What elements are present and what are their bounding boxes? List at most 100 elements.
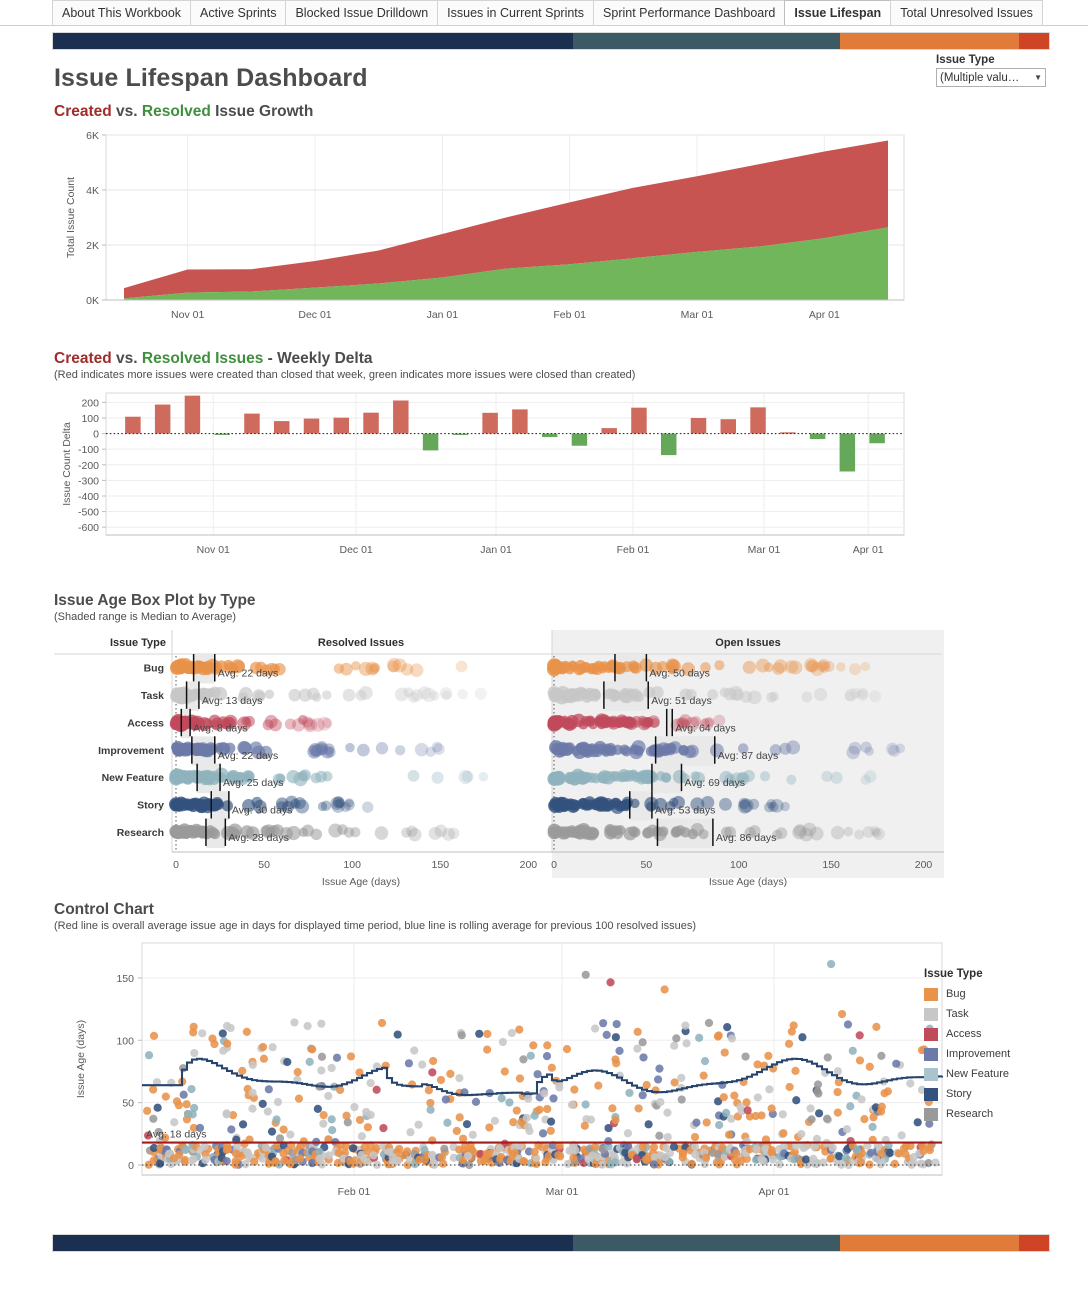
tab-blocked-issue-drilldown[interactable]: Blocked Issue Drilldown	[285, 0, 439, 25]
legend-swatch-task	[924, 1007, 938, 1021]
control-chart-point	[526, 1051, 535, 1060]
legend-item-story[interactable]: Story	[924, 1084, 1046, 1104]
box-plot-dot	[737, 799, 752, 814]
box-plot-dot	[821, 770, 833, 782]
x-tick-label: 100	[730, 859, 748, 871]
control-chart-point	[767, 1146, 777, 1155]
box-plot-dot	[345, 742, 355, 753]
control-chart-point	[388, 1153, 397, 1162]
growth-title-vs: vs.	[111, 103, 142, 120]
y-tick-label: 0	[93, 429, 99, 441]
legend-item-task[interactable]: Task	[924, 1004, 1046, 1024]
box-plot-dot	[857, 687, 869, 699]
control-chart-point	[480, 1156, 489, 1166]
legend-item-bug[interactable]: Bug	[924, 984, 1046, 1004]
control-chart-point	[149, 1031, 159, 1040]
x-tick-label: 0	[551, 859, 557, 871]
x-tick-label: Apr 01	[809, 309, 840, 321]
y-tick-label: 100	[81, 413, 99, 425]
box-plot-dot	[698, 829, 709, 840]
x-axis-title: Issue Age (days)	[709, 876, 787, 888]
boxplot-category-label: Research	[117, 827, 164, 839]
control-chart-point	[308, 1045, 317, 1054]
panel-header-open: Open Issues	[715, 637, 780, 649]
control-chart-point	[170, 1118, 179, 1127]
issue-type-dropdown[interactable]: (Multiple valu… ▼	[936, 68, 1046, 87]
legend-item-research[interactable]: Research	[924, 1104, 1046, 1124]
control-chart-point	[791, 1066, 800, 1076]
x-axis-title: Issue Age (days)	[322, 876, 400, 888]
bar-weekly-delta	[780, 432, 796, 434]
legend-item-access[interactable]: Access	[924, 1024, 1046, 1044]
box-plot-dot	[195, 743, 206, 754]
control-chart-point	[223, 1145, 233, 1154]
control-chart-point	[547, 1063, 556, 1072]
issue-age-box-plot: Issue Type Resolved Issues Open Issues Avg:…	[54, 626, 1088, 891]
control-chart-point	[784, 1039, 794, 1048]
control-chart-point	[655, 1064, 664, 1073]
control-chart-point	[857, 1095, 866, 1104]
control-chart-point	[222, 1156, 231, 1166]
boxplot-category-label: Bug	[144, 663, 164, 675]
box-plot-dot	[660, 745, 671, 757]
control-chart-point	[571, 1146, 580, 1155]
tab-issues-in-current-sprints[interactable]: Issues in Current Sprints	[437, 0, 595, 25]
tab-sprint-performance-dashboard[interactable]: Sprint Performance Dashboard	[593, 0, 786, 25]
box-plot-dot	[434, 824, 448, 838]
control-chart-point	[779, 1129, 788, 1138]
weekly-delta-chart: 200 100 0 -100 -200 -300 -400 -500 -600 Issue Cou…	[54, 385, 1088, 580]
bar-weekly-delta	[809, 433, 826, 440]
box-plot-dot	[629, 662, 640, 674]
y-axis-title: Total Issue Count	[65, 177, 77, 258]
bar-weekly-delta	[184, 395, 201, 434]
x-tick-label: 200	[520, 859, 538, 871]
control-chart-point	[372, 1085, 381, 1094]
control-chart-point	[455, 1073, 464, 1083]
control-chart-point	[724, 1130, 734, 1139]
control-chart-point	[538, 1129, 548, 1138]
dashboard-header: Issue Lifespan Dashboard Issue Type (Mul…	[0, 50, 1088, 93]
control-chart-point	[813, 1080, 823, 1089]
tab-active-sprints[interactable]: Active Sprints	[190, 0, 287, 25]
top-brand-bar	[52, 32, 1050, 50]
control-chart-point	[638, 1142, 648, 1151]
legend-label-improvement: Improvement	[946, 1048, 1011, 1060]
brand-segment-teal-bottom	[572, 1235, 840, 1251]
control-chart-point	[562, 1044, 572, 1054]
legend-item-new-feature[interactable]: New Feature	[924, 1064, 1046, 1084]
box-plot-dot	[801, 691, 813, 703]
y-tick-label: 50	[122, 1098, 134, 1110]
control-chart-point	[182, 1100, 191, 1109]
box-plot-dot	[552, 825, 563, 836]
control-chart-point	[452, 1126, 461, 1136]
control-chart-point	[682, 1039, 691, 1048]
y-axis-title: Issue Age (days)	[75, 1020, 87, 1098]
tab-about-this-workbook[interactable]: About This Workbook	[52, 0, 192, 25]
x-tick-label: 150	[822, 859, 840, 871]
bar-weekly-delta	[125, 416, 141, 434]
boxplot-category-label: Access	[127, 717, 164, 729]
box-plot-dot	[455, 660, 468, 673]
control-chart-point	[440, 1144, 449, 1153]
control-chart-point	[317, 1066, 326, 1075]
bottom-brand-bar	[52, 1234, 1050, 1252]
brand-segment-orange-bottom	[839, 1235, 1020, 1251]
y-tick-label: 0K	[86, 295, 99, 307]
box-plot-dot	[187, 662, 198, 673]
control-chart-point	[660, 985, 669, 994]
legend-item-improvement[interactable]: Improvement	[924, 1044, 1046, 1064]
control-chart-point	[540, 1089, 549, 1098]
control-chart-point	[700, 1057, 710, 1066]
tab-total-unresolved-issues[interactable]: Total Unresolved Issues	[890, 0, 1043, 25]
control-chart-point	[634, 1104, 643, 1113]
tab-issue-lifespan[interactable]: Issue Lifespan	[784, 0, 892, 25]
x-tick-label: 100	[343, 859, 361, 871]
control-chart-point	[428, 1068, 437, 1077]
control-chart-point	[713, 1032, 723, 1041]
box-plot-dot	[642, 828, 653, 839]
control-chart-point	[759, 1157, 768, 1166]
control-chart-point	[366, 1110, 375, 1120]
box-plot-dot	[830, 825, 845, 840]
control-chart-point	[317, 1052, 327, 1061]
control-chart-point	[530, 1111, 539, 1120]
